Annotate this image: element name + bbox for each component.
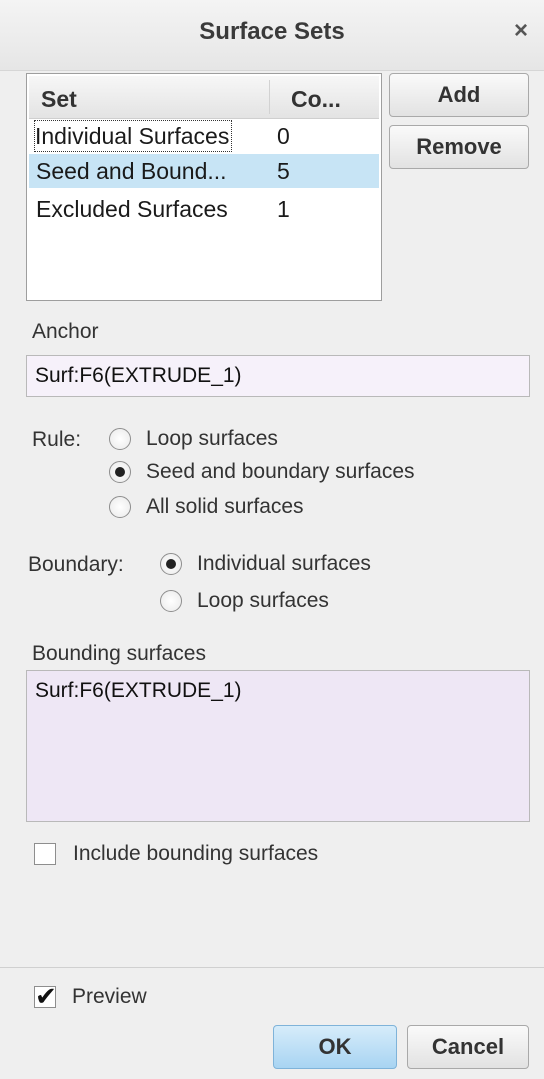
bounding-surfaces-list[interactable]: Surf:F6(EXTRUDE_1) [26, 670, 530, 822]
rule-all-solid-radio[interactable] [109, 496, 131, 518]
anchor-field[interactable]: Surf:F6(EXTRUDE_1) [26, 355, 530, 397]
set-count: 1 [277, 196, 290, 222]
surface-sets-dialog: Surface Sets × Set Co... Individual Surf… [0, 0, 544, 1079]
rule-loop-label[interactable]: Loop surfaces [146, 427, 278, 451]
sets-list-header: Set Co... [29, 76, 379, 119]
cancel-button[interactable]: Cancel [407, 1025, 529, 1069]
add-button[interactable]: Add [389, 73, 529, 117]
set-count: 5 [277, 158, 290, 184]
boundary-label: Boundary: [28, 553, 124, 576]
boundary-loop-label[interactable]: Loop surfaces [197, 589, 329, 613]
boundary-individual-label[interactable]: Individual surfaces [197, 552, 371, 576]
rule-loop-radio[interactable] [109, 428, 131, 450]
set-count: 0 [277, 123, 290, 149]
sets-list[interactable]: Set Co... Individual Surfaces 0 Seed and… [26, 73, 382, 301]
sets-list-row[interactable]: Individual Surfaces 0 [29, 119, 379, 153]
anchor-label: Anchor [32, 320, 99, 343]
boundary-individual-radio[interactable] [160, 553, 182, 575]
include-bounding-label[interactable]: Include bounding surfaces [73, 842, 318, 866]
preview-checkbox[interactable]: ✔ [34, 981, 57, 1011]
footer-divider [0, 967, 544, 968]
column-divider[interactable] [269, 80, 270, 114]
close-icon[interactable]: × [514, 17, 528, 45]
sets-list-row[interactable]: Excluded Surfaces 1 [29, 192, 379, 226]
title-bar: Surface Sets × [0, 0, 544, 71]
column-header-set[interactable]: Set [41, 86, 77, 113]
bounding-surfaces-label: Bounding surfaces [32, 642, 206, 665]
ok-button[interactable]: OK [273, 1025, 397, 1069]
preview-label[interactable]: Preview [72, 985, 147, 1009]
checkmark-icon: ✔ [35, 981, 57, 1011]
rule-label: Rule: [32, 428, 82, 451]
column-header-count[interactable]: Co... [291, 86, 341, 113]
bounding-surface-item[interactable]: Surf:F6(EXTRUDE_1) [35, 679, 529, 703]
rule-seed-boundary-label[interactable]: Seed and boundary surfaces [146, 460, 415, 484]
rule-seed-boundary-radio[interactable] [109, 461, 131, 483]
set-name: Excluded Surfaces [36, 196, 228, 222]
rule-all-solid-label[interactable]: All solid surfaces [146, 495, 304, 519]
set-name: Individual Surfaces [33, 119, 233, 153]
dialog-title: Surface Sets [199, 18, 345, 45]
include-bounding-checkbox[interactable] [34, 843, 56, 865]
boundary-loop-radio[interactable] [160, 590, 182, 612]
remove-button[interactable]: Remove [389, 125, 529, 169]
set-name: Seed and Bound... [36, 158, 227, 184]
sets-list-row-selected[interactable]: Seed and Bound... 5 [29, 154, 379, 188]
